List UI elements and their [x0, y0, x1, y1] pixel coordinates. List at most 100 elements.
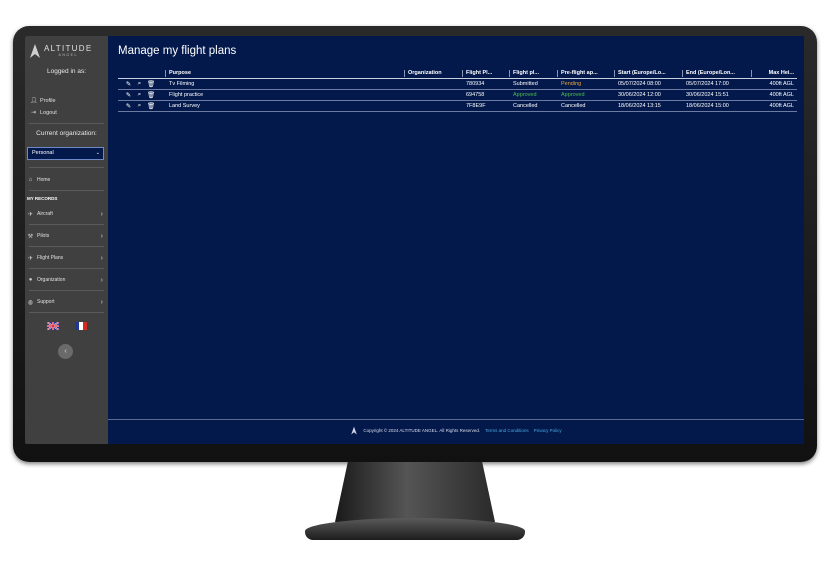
logged-in-label: Logged in as:: [46, 68, 87, 75]
copyright-text: Copyright © 2024 ALTITUDE ANGEL. All Rig…: [363, 428, 481, 433]
sidebar-item-label: Organization: [37, 277, 66, 283]
help-icon: ◍: [27, 299, 34, 306]
cell-flight-plan-id: 780934: [463, 78, 510, 90]
cell-purpose: Tv Filming: [166, 78, 405, 90]
column-header-preflight-approval[interactable]: Pre-flight ap...: [558, 69, 615, 79]
cell-preflight-approval: Cancelled: [558, 100, 615, 112]
column-header-organization[interactable]: Organization: [405, 69, 463, 79]
sidebar-item-label: Flight Plans: [37, 255, 64, 261]
cell-end: 18/06/2024 15:00: [683, 100, 752, 112]
edit-icon[interactable]: ✎: [125, 80, 132, 88]
monitor-stand-neck: [335, 462, 495, 522]
divider: [29, 312, 104, 313]
terms-link[interactable]: Terms and Conditions: [485, 428, 529, 433]
organization-select-value: Personal: [32, 150, 54, 156]
page-title: Manage my flight plans: [118, 45, 237, 57]
cell-end: 05/07/2024 17:00: [683, 78, 752, 90]
logout-link[interactable]: ⇥ Logout: [30, 109, 57, 117]
sidebar-item-support[interactable]: ◍ Support ›: [27, 296, 105, 308]
plane-icon: ✈: [27, 211, 34, 218]
stage: ALTITUDE ANGEL Logged in as: 👤︎ Profile …: [0, 0, 830, 567]
chevron-right-icon: ›: [100, 254, 103, 262]
wrench-icon: ⚒: [27, 233, 34, 240]
divider: [29, 246, 104, 247]
cell-purpose: Land Survey: [166, 100, 405, 112]
profile-label: Profile: [40, 97, 56, 104]
edit-icon[interactable]: ✎: [125, 91, 132, 99]
cell-organization: [405, 100, 463, 112]
sidebar-item-aircraft[interactable]: ✈ Aircraft ›: [27, 208, 105, 220]
angel-logo-icon: [351, 426, 358, 435]
column-header-start[interactable]: Start (Europe/Lo...: [615, 69, 683, 79]
sidebar-item-pilots[interactable]: ⚒ Pilots ›: [27, 230, 105, 242]
chevron-right-icon: ›: [100, 232, 103, 240]
logout-label: Logout: [40, 109, 57, 116]
sidebar-item-flight-plans[interactable]: ✈ Flight Plans ›: [27, 252, 105, 264]
cell-organization: [405, 89, 463, 101]
logo-text: ALTITUDE: [44, 44, 93, 53]
user-icon: ●: [28, 277, 33, 283]
cell-preflight-approval: Pending: [558, 78, 615, 90]
table-row[interactable]: ✎ ⌕ 🗑︎ Tv Filming 780934 Submitted Pendi…: [118, 78, 797, 90]
trash-icon[interactable]: 🗑︎: [147, 91, 155, 99]
sidebar-item-organization[interactable]: ● Organization ›: [27, 274, 105, 286]
cell-start: 18/06/2024 13:15: [615, 100, 683, 112]
chevron-right-icon: ›: [100, 298, 103, 306]
chevron-down-icon: ⌄: [95, 150, 100, 156]
plane-icon: ✈: [27, 255, 34, 262]
cell-start: 05/07/2024 08:00: [615, 78, 683, 90]
footer: Copyright © 2024 ALTITUDE ANGEL. All Rig…: [108, 426, 804, 435]
profile-link[interactable]: 👤︎ Profile: [30, 97, 56, 105]
sidebar-item-home[interactable]: ⌂ Home: [27, 174, 105, 186]
user-icon: 👤︎: [30, 98, 38, 104]
divider: [29, 268, 104, 269]
monitor-screen: ALTITUDE ANGEL Logged in as: 👤︎ Profile …: [25, 36, 804, 444]
cell-preflight-approval: Approved: [558, 89, 615, 101]
table-row[interactable]: ✎ ⌕ 🗑︎ Land Survey 7F8E9F Cancelled Canc…: [118, 100, 797, 112]
column-header-flight-plan-id[interactable]: Flight Pl...: [463, 69, 510, 79]
cell-max-height: 400ft AGL: [752, 78, 797, 90]
home-icon: ⌂: [28, 177, 33, 183]
my-records-heading: MY RECORDS: [27, 196, 58, 201]
cell-purpose: Flight practice: [166, 89, 405, 101]
trash-icon[interactable]: 🗑︎: [147, 80, 155, 88]
trash-icon[interactable]: 🗑︎: [147, 102, 155, 110]
search-icon[interactable]: ⌕: [136, 80, 143, 88]
table-row[interactable]: ✎ ⌕ 🗑︎ Flight practice 694758 Approved A…: [118, 89, 797, 101]
sidebar-item-label: Aircraft: [37, 211, 53, 217]
cell-max-height: 400ft AGL: [752, 89, 797, 101]
organization-select[interactable]: Personal ⌄: [27, 147, 104, 160]
divider: [29, 190, 104, 191]
column-header-purpose[interactable]: Purpose: [166, 69, 405, 79]
search-icon[interactable]: ⌕: [136, 91, 143, 99]
collapse-sidebar-button[interactable]: ‹: [58, 344, 73, 359]
cell-max-height: 400ft AGL: [752, 100, 797, 112]
cell-organization: [405, 78, 463, 90]
sidebar-item-label: Home: [37, 177, 51, 183]
current-org-label: Current organization:: [36, 130, 97, 137]
cell-flight-plan-status: Approved: [510, 89, 558, 101]
monitor-stand-base: [305, 518, 525, 540]
logo-subtext: ANGEL: [58, 53, 78, 57]
edit-icon[interactable]: ✎: [125, 102, 132, 110]
divider: [29, 167, 104, 168]
search-icon[interactable]: ⌕: [136, 102, 143, 110]
main-content: Manage my flight plans Purpose Organizat…: [108, 36, 804, 444]
cell-flight-plan-id: 7F8E9F: [463, 100, 510, 112]
france-flag-icon[interactable]: [75, 322, 87, 330]
sidebar: ALTITUDE ANGEL Logged in as: 👤︎ Profile …: [25, 36, 108, 444]
column-header-end[interactable]: End (Europe/Lon...: [683, 69, 752, 79]
flight-plans-table: Purpose Organization Flight Pl... Flight…: [118, 69, 797, 112]
column-header-max-height[interactable]: Max Hei...: [752, 69, 797, 79]
privacy-link[interactable]: Privacy Policy: [534, 428, 562, 433]
chevron-right-icon: ›: [100, 276, 103, 284]
footer-divider: [108, 419, 804, 420]
table-header-row: Purpose Organization Flight Pl... Flight…: [118, 69, 797, 79]
uk-flag-icon[interactable]: [47, 322, 59, 330]
actions-header: [118, 69, 166, 79]
logo[interactable]: ALTITUDE ANGEL: [29, 42, 105, 60]
sidebar-item-label: Support: [37, 299, 55, 305]
divider: [29, 224, 104, 225]
column-header-flight-plan-status[interactable]: Flight pl...: [510, 69, 558, 79]
logout-icon: ⇥: [30, 110, 37, 116]
